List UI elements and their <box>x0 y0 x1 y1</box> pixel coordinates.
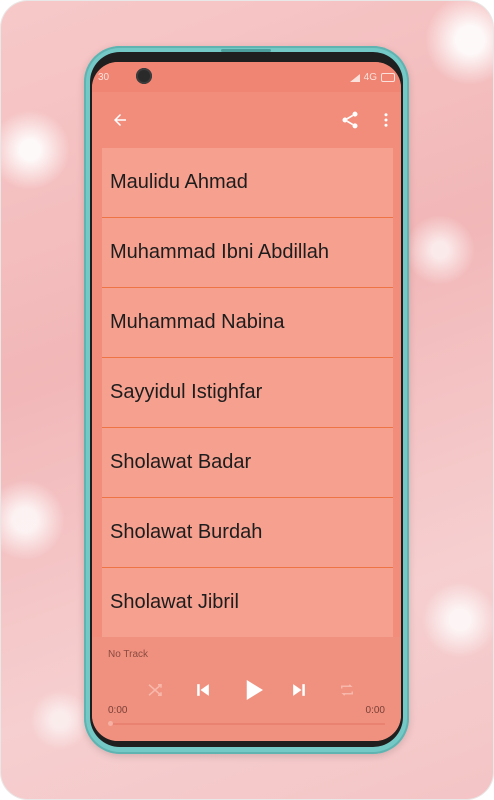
app-screen: 30 4G Maulidu Ahmad Muhammad Ibni Abdill… <box>92 62 401 741</box>
song-item[interactable]: Sholawat Badar <box>102 428 393 498</box>
skip-next-icon <box>293 684 305 696</box>
song-title: Muhammad Nabina <box>110 311 285 333</box>
phone-mockup: 30 4G Maulidu Ahmad Muhammad Ibni Abdill… <box>84 46 409 754</box>
repeat-icon <box>341 684 353 696</box>
song-title: Sholawat Jibril <box>110 591 239 613</box>
progress-bar[interactable] <box>108 721 385 726</box>
status-bar: 30 4G <box>92 62 401 92</box>
back-button[interactable] <box>106 106 134 134</box>
share-button[interactable] <box>336 106 364 134</box>
app-toolbar <box>92 92 401 148</box>
skip-previous-icon <box>197 684 209 696</box>
song-item[interactable]: Sholawat Burdah <box>102 498 393 568</box>
phone-screen: 30 4G Maulidu Ahmad Muhammad Ibni Abdill… <box>90 52 403 747</box>
more-options-button[interactable] <box>372 106 400 134</box>
more-vert-icon <box>384 113 388 127</box>
background-card: 30 4G Maulidu Ahmad Muhammad Ibni Abdill… <box>0 0 494 800</box>
music-player: No Track 0:00 0:00 <box>92 637 401 741</box>
play-button[interactable] <box>236 673 270 707</box>
previous-button[interactable] <box>190 677 216 703</box>
song-item[interactable]: Sayyidul Istighfar <box>102 358 393 428</box>
elapsed-time: 0:00 <box>108 705 128 716</box>
status-time: 30 <box>98 72 110 83</box>
front-camera <box>136 68 152 84</box>
battery-icon <box>381 73 395 82</box>
shuffle-icon <box>148 684 162 696</box>
repeat-button[interactable] <box>334 677 360 703</box>
share-icon <box>342 111 358 129</box>
song-item[interactable]: Muhammad Nabina <box>102 288 393 358</box>
song-item[interactable]: Muhammad Ibni Abdillah <box>102 218 393 288</box>
song-title: Maulidu Ahmad <box>110 171 248 193</box>
progress-thumb[interactable] <box>108 721 113 726</box>
song-title: Muhammad Ibni Abdillah <box>110 241 330 263</box>
network-label: 4G <box>363 72 377 83</box>
song-title: Sholawat Badar <box>110 451 252 473</box>
song-list: Maulidu Ahmad Muhammad Ibni Abdillah Muh… <box>102 148 393 637</box>
song-item[interactable]: Sholawat Jibril <box>102 568 393 637</box>
duration-time: 0:00 <box>365 705 385 716</box>
player-controls <box>92 673 401 707</box>
play-icon <box>246 680 263 700</box>
signal-icon <box>349 73 360 82</box>
song-title: Sholawat Burdah <box>110 521 263 543</box>
next-button[interactable] <box>286 677 312 703</box>
shuffle-button[interactable] <box>142 677 168 703</box>
song-item[interactable]: Maulidu Ahmad <box>102 148 393 218</box>
status-icons: 4G <box>349 72 395 83</box>
song-title: Sayyidul Istighfar <box>110 381 263 403</box>
track-name: No Track <box>108 649 149 660</box>
arrow-left-icon <box>114 114 126 126</box>
